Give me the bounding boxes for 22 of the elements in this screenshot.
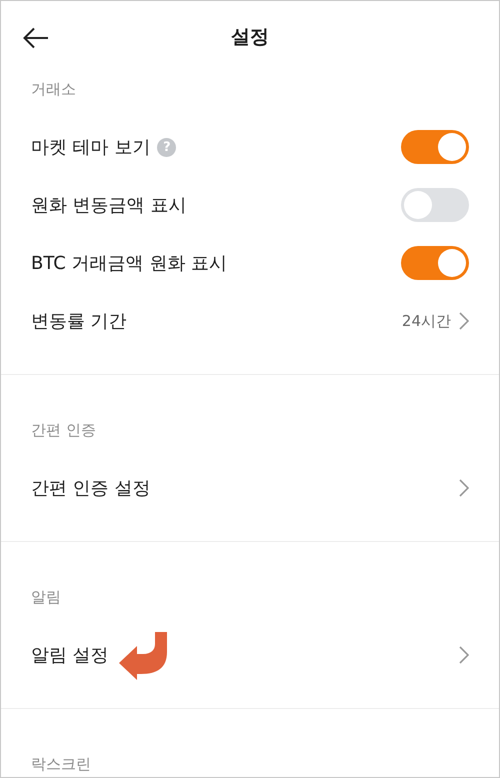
toggle-switch[interactable] (401, 188, 469, 222)
back-icon[interactable] (23, 27, 49, 49)
setting-label: 마켓 테마 보기 (31, 136, 150, 159)
toggle-switch[interactable] (401, 130, 469, 164)
section-title: 간편 인증 (31, 420, 97, 440)
chevron-right-icon (459, 479, 469, 497)
settings-row[interactable]: 알림 설정 (31, 626, 499, 684)
setting-label: 원화 변동금액 표시 (31, 194, 186, 217)
page-title: 설정 (231, 25, 269, 50)
toggle-switch[interactable] (401, 246, 469, 280)
chevron-right-icon (459, 312, 469, 330)
settings-row[interactable]: 간편 인증 설정 (31, 459, 499, 517)
section-title: 거래소 (31, 79, 77, 99)
section-title: 알림 (31, 587, 62, 607)
setting-value: 24시간 (402, 312, 451, 330)
setting-label: 변동률 기간 (31, 310, 127, 333)
setting-label: 간편 인증 설정 (31, 477, 150, 500)
chevron-right-icon (459, 646, 469, 664)
setting-label: 알림 설정 (31, 644, 109, 667)
settings-row[interactable]: 변동률 기간 24시간 (31, 292, 499, 350)
section-title: 락스크린 (31, 754, 92, 774)
setting-label: BTC 거래금액 원화 표시 (31, 252, 228, 275)
